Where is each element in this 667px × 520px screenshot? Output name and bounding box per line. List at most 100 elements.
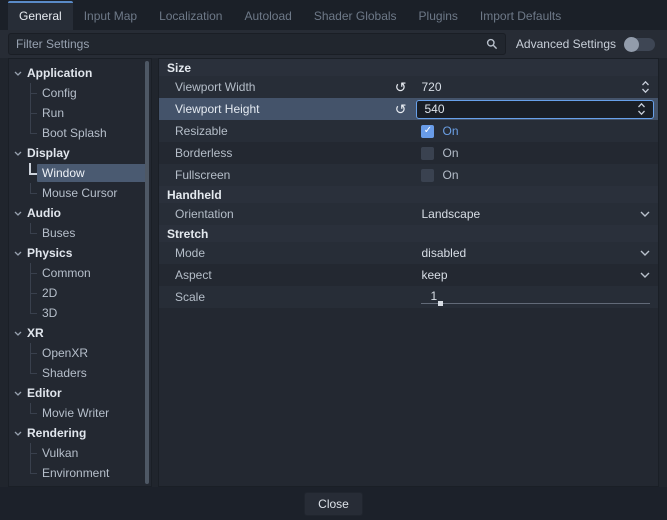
dropdown-value: Landscape: [421, 207, 480, 221]
dropdown-value: keep: [421, 268, 447, 282]
tab-input-map[interactable]: Input Map: [73, 1, 148, 30]
slider-value: 1: [430, 289, 437, 303]
setting-row-viewport-height: Viewport Height ↺ 540: [159, 98, 658, 120]
check-icon: ✓: [424, 126, 432, 136]
borderless-checkbox[interactable]: ✓: [421, 147, 434, 160]
spin-value: 540: [424, 102, 444, 116]
checkbox-state-label: On: [442, 168, 458, 182]
sidebar-scrollbar[interactable]: [145, 61, 149, 484]
tree-item-2d[interactable]: 2D: [9, 283, 151, 303]
setting-label: Mode: [175, 246, 205, 260]
chevron-down-icon: [640, 211, 650, 217]
revert-icon[interactable]: ↺: [395, 80, 407, 94]
section-header-handheld: Handheld: [159, 186, 658, 203]
viewport-height-spinbox-focused[interactable]: 540: [416, 100, 654, 119]
setting-label: Resizable: [175, 124, 228, 138]
setting-row-aspect: Aspect keep: [159, 264, 658, 286]
settings-content: Application Config Run Boot Splash Displ…: [8, 58, 659, 487]
section-header-size: Size: [159, 59, 658, 76]
setting-label: Fullscreen: [175, 168, 230, 182]
chevron-down-icon[interactable]: [14, 431, 22, 436]
tree-section-xr[interactable]: XR: [9, 323, 151, 343]
tree-section-physics[interactable]: Physics: [9, 243, 151, 263]
viewport-width-spinbox[interactable]: 720: [413, 76, 658, 98]
setting-row-mode: Mode disabled: [159, 242, 658, 264]
tree-item-buses[interactable]: Buses: [9, 223, 151, 243]
project-settings-dialog: { "tabs": [ { "label": "General", "activ…: [0, 0, 667, 520]
revert-icon[interactable]: ↺: [395, 102, 407, 116]
orientation-dropdown[interactable]: Landscape: [413, 203, 658, 225]
tree-item-movie-writer[interactable]: Movie Writer: [9, 403, 151, 423]
chevron-down-icon[interactable]: [14, 151, 22, 156]
filter-row: Advanced Settings: [0, 30, 667, 58]
tab-shader-globals[interactable]: Shader Globals: [303, 1, 408, 30]
tab-autoload[interactable]: Autoload: [233, 1, 302, 30]
tab-localization[interactable]: Localization: [148, 1, 233, 30]
chevron-down-icon: [640, 272, 650, 278]
tree-section-editor[interactable]: Editor: [9, 383, 151, 403]
tree-item-environment[interactable]: Environment: [9, 463, 151, 483]
tree-section-audio[interactable]: Audio: [9, 203, 151, 223]
setting-label: Viewport Width: [175, 80, 255, 94]
checkbox-state-label: On: [442, 124, 458, 138]
section-header-stretch: Stretch: [159, 225, 658, 242]
checkbox-state-label: On: [442, 146, 458, 160]
chevron-down-icon[interactable]: [14, 251, 22, 256]
filter-settings-input[interactable]: [8, 33, 506, 55]
tree-item-openxr[interactable]: OpenXR: [9, 343, 151, 363]
setting-row-scale: Scale 1: [159, 286, 658, 308]
chevron-down-icon[interactable]: [14, 331, 22, 336]
search-icon: [486, 38, 498, 50]
advanced-settings-label: Advanced Settings: [516, 37, 616, 51]
setting-row-borderless: Borderless ✓ On: [159, 142, 658, 164]
tree: Application Config Run Boot Splash Displ…: [9, 59, 151, 483]
spin-updown-icon[interactable]: [637, 102, 646, 116]
tree-item-window[interactable]: Window: [9, 163, 151, 183]
tab-general[interactable]: General: [8, 1, 73, 30]
setting-row-viewport-width: Viewport Width ↺ 720: [159, 76, 658, 98]
slider-handle[interactable]: [438, 301, 443, 306]
setting-row-orientation: Orientation Landscape: [159, 203, 658, 225]
settings-category-tree: Application Config Run Boot Splash Displ…: [8, 58, 152, 487]
chevron-down-icon: [640, 250, 650, 256]
tree-item-config[interactable]: Config: [9, 83, 151, 103]
tree-item-common[interactable]: Common: [9, 263, 151, 283]
setting-label: Aspect: [175, 268, 212, 282]
chevron-down-icon[interactable]: [14, 211, 22, 216]
tab-plugins[interactable]: Plugins: [408, 1, 469, 30]
setting-row-fullscreen: Fullscreen ✓ On: [159, 164, 658, 186]
setting-label: Orientation: [175, 207, 234, 221]
setting-label: Viewport Height: [175, 102, 260, 116]
setting-label: Scale: [175, 290, 205, 304]
scale-slider[interactable]: 1: [421, 286, 650, 308]
tree-section-display[interactable]: Display: [9, 143, 151, 163]
tree-item-run[interactable]: Run: [9, 103, 151, 123]
mode-dropdown[interactable]: disabled: [413, 242, 658, 264]
chevron-down-icon[interactable]: [14, 71, 22, 76]
resizable-checkbox[interactable]: ✓: [421, 125, 434, 138]
tab-import-defaults[interactable]: Import Defaults: [469, 1, 572, 30]
close-button[interactable]: Close: [304, 492, 363, 516]
tree-section-rendering[interactable]: Rendering: [9, 423, 151, 443]
tree-item-vulkan[interactable]: Vulkan: [9, 443, 151, 463]
spin-updown-icon[interactable]: [641, 80, 650, 94]
tree-item-3d[interactable]: 3D: [9, 303, 151, 323]
settings-tabbar: General Input Map Localization Autoload …: [0, 0, 667, 30]
dialog-bottom-bar: Close: [0, 487, 667, 520]
settings-inspector: Size Viewport Width ↺ 720 Viewport Heigh…: [158, 58, 659, 487]
advanced-settings-toggle[interactable]: [625, 38, 655, 51]
slider-track[interactable]: [421, 303, 650, 304]
tree-item-mouse-cursor[interactable]: Mouse Cursor: [9, 183, 151, 203]
chevron-down-icon[interactable]: [14, 391, 22, 396]
fullscreen-checkbox[interactable]: ✓: [421, 169, 434, 182]
toggle-knob: [624, 37, 639, 52]
tree-item-boot-splash[interactable]: Boot Splash: [9, 123, 151, 143]
tree-item-shaders[interactable]: Shaders: [9, 363, 151, 383]
setting-label: Borderless: [175, 146, 232, 160]
filter-settings-field[interactable]: [16, 37, 486, 51]
aspect-dropdown[interactable]: keep: [413, 264, 658, 286]
spin-value: 720: [421, 80, 441, 94]
dropdown-value: disabled: [421, 246, 466, 260]
tree-section-application[interactable]: Application: [9, 63, 151, 83]
advanced-settings: Advanced Settings: [516, 37, 657, 51]
